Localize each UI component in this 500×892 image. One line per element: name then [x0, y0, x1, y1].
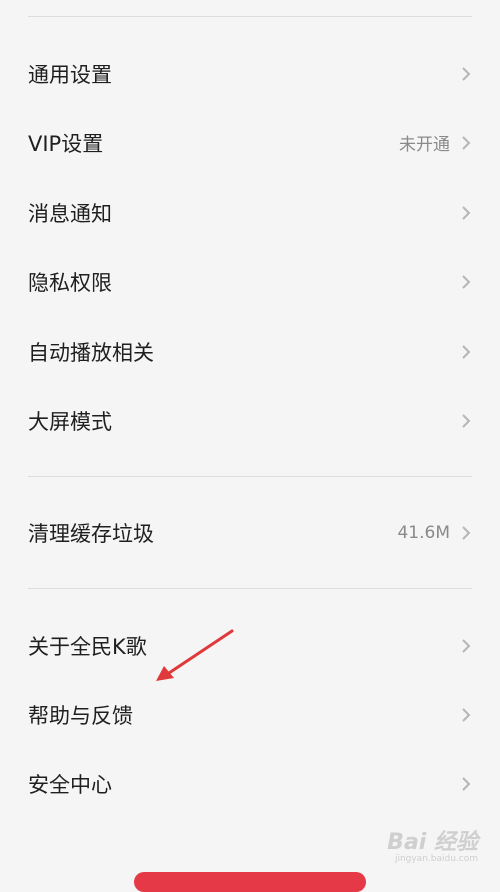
chevron-right-icon	[462, 205, 471, 220]
settings-row-vip[interactable]: VIP设置 未开通	[0, 108, 500, 177]
row-label: 隐私权限	[28, 270, 112, 295]
settings-row-help-feedback[interactable]: 帮助与反馈	[0, 680, 500, 749]
chevron-right-icon	[462, 274, 471, 289]
settings-row-large-screen[interactable]: 大屏模式	[0, 386, 500, 455]
chevron-right-icon	[462, 776, 471, 791]
chevron-right-icon	[462, 66, 471, 81]
section-divider	[28, 476, 472, 477]
settings-row-autoplay[interactable]: 自动播放相关	[0, 317, 500, 386]
chevron-right-icon	[462, 525, 471, 540]
section-divider	[28, 588, 472, 589]
cache-size-value: 41.6M	[397, 522, 450, 543]
chevron-right-icon	[462, 707, 471, 722]
row-label: VIP设置	[28, 131, 104, 156]
row-label: 安全中心	[28, 772, 112, 797]
baidu-jingyan-watermark: Bai 经验 jingyan.baidu.com	[387, 831, 478, 864]
watermark-logo-text: Bai 经验	[387, 830, 478, 856]
watermark-url: jingyan.baidu.com	[394, 853, 478, 864]
row-label: 帮助与反馈	[28, 703, 133, 728]
chevron-right-icon	[462, 413, 471, 428]
settings-row-notifications[interactable]: 消息通知	[0, 178, 500, 247]
vip-status-value: 未开通	[399, 135, 450, 155]
row-label: 消息通知	[28, 201, 112, 226]
settings-row-clear-cache[interactable]: 清理缓存垃圾 41.6M	[0, 498, 500, 567]
settings-row-privacy[interactable]: 隐私权限	[0, 247, 500, 316]
settings-row-about[interactable]: 关于全民K歌	[0, 611, 500, 680]
row-label: 关于全民K歌	[28, 634, 147, 659]
chevron-right-icon	[462, 135, 471, 150]
row-label: 大屏模式	[28, 409, 112, 434]
row-label: 自动播放相关	[28, 340, 154, 365]
row-label: 清理缓存垃圾	[28, 521, 154, 546]
row-label: 通用设置	[28, 62, 112, 87]
chevron-right-icon	[462, 638, 471, 653]
chevron-right-icon	[462, 344, 471, 359]
red-arrow-annotation	[156, 629, 234, 681]
settings-row-general[interactable]: 通用设置	[0, 39, 500, 108]
top-divider	[28, 16, 472, 17]
logout-button[interactable]	[134, 872, 366, 892]
settings-row-security-center[interactable]: 安全中心	[0, 749, 500, 818]
